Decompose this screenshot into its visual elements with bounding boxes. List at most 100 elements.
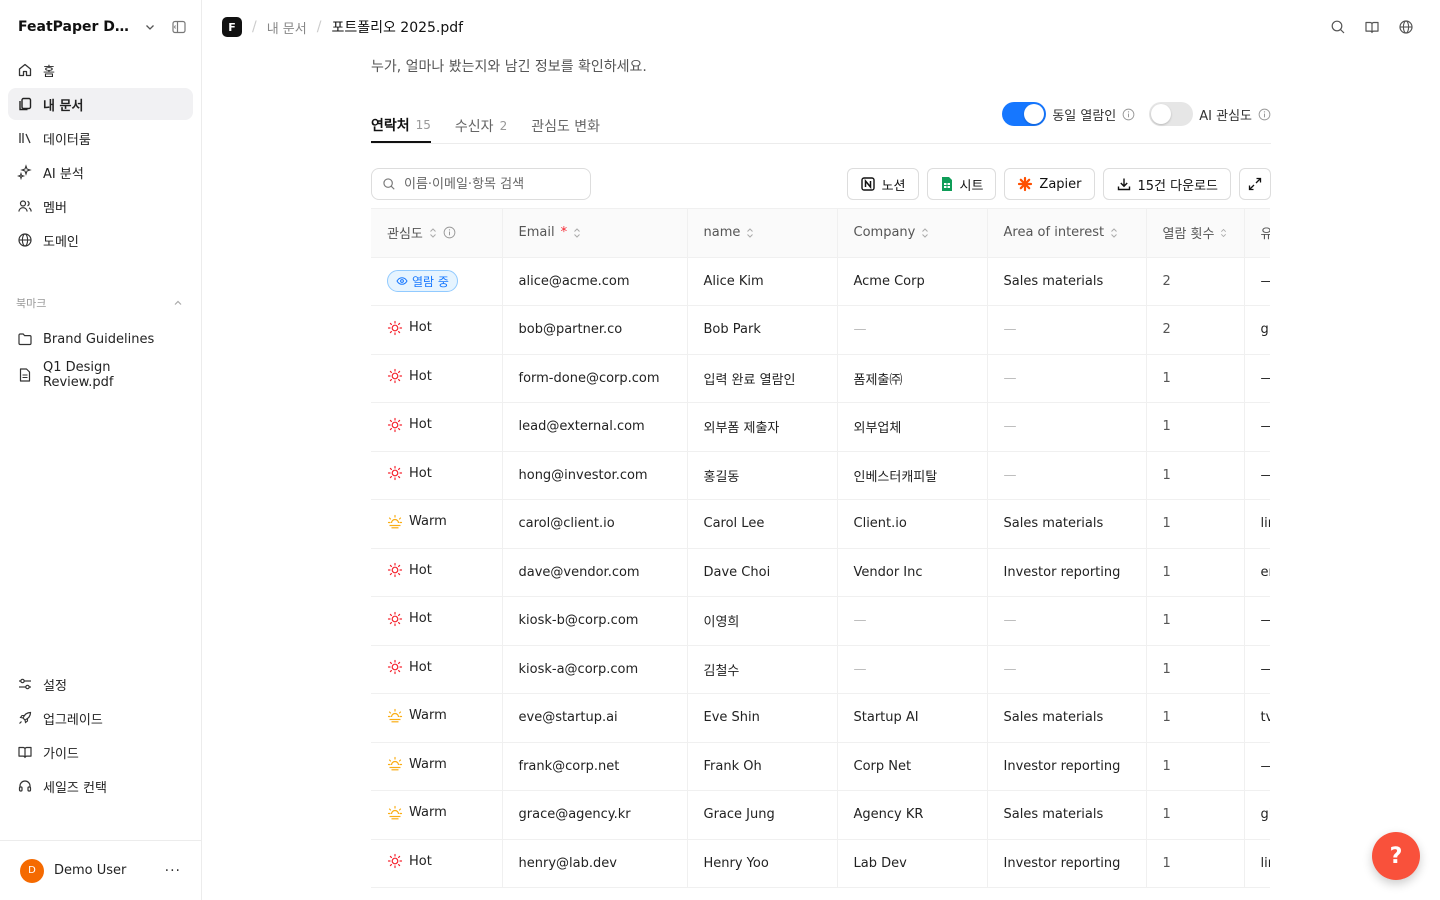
- bookmark-label: Brand Guidelines: [43, 331, 155, 347]
- cell-interest: Warm: [371, 790, 503, 840]
- tab-interest-change[interactable]: 관심도 변화: [531, 108, 600, 143]
- workspace-switcher[interactable]: FeatPaper Desi...: [0, 0, 201, 54]
- breadcrumb-my-documents[interactable]: 내 문서: [267, 18, 307, 37]
- nav-item-settings[interactable]: 설정: [8, 668, 193, 700]
- nav-item-members[interactable]: 멤버: [8, 190, 193, 222]
- nav-item-domain[interactable]: 도메인: [8, 224, 193, 256]
- globe-icon[interactable]: [1398, 19, 1414, 35]
- same-viewer-toggle[interactable]: [1002, 102, 1047, 126]
- cell-name: Eve Shin: [687, 693, 838, 743]
- cell-area: —: [987, 645, 1147, 694]
- sun-icon: [387, 563, 403, 578]
- column-header-col-email[interactable]: Email *: [502, 209, 688, 258]
- search-icon: [383, 178, 395, 190]
- more-options-icon[interactable]: ···: [165, 863, 181, 879]
- column-header-col-name[interactable]: name: [687, 209, 838, 258]
- nav-item-my-documents[interactable]: 내 문서: [8, 88, 193, 120]
- column-header-col-area[interactable]: Area of interest: [987, 209, 1147, 258]
- tab-recipients[interactable]: 수신자 2: [455, 108, 507, 143]
- user-name: Demo User: [54, 863, 127, 878]
- bookmark-item-q1-design-review[interactable]: Q1 Design Review.pdf: [8, 358, 193, 392]
- nav-item-upgrade[interactable]: 업그레이드: [8, 702, 193, 734]
- info-icon[interactable]: [1258, 108, 1271, 121]
- toggle-label: AI 관심도: [1199, 108, 1252, 124]
- info-icon[interactable]: [443, 226, 456, 239]
- folder-icon: [18, 333, 32, 346]
- table-row[interactable]: Hotform-done@corp.com입력 완료 열람인폼제출㈜—1—: [371, 354, 1270, 403]
- nav-item-guide[interactable]: 가이드: [8, 736, 193, 768]
- ai-interest-toggle-wrap: AI 관심도: [1149, 102, 1271, 126]
- download-button[interactable]: 15건 다운로드: [1102, 168, 1231, 200]
- info-icon[interactable]: [1122, 108, 1135, 121]
- column-header-col-views[interactable]: 열람 횟수: [1146, 209, 1245, 258]
- table-row[interactable]: Hot henry@lab.dev Henry Yoo Lab Dev Investor…: [371, 839, 1270, 888]
- breadcrumb-separator: /: [316, 19, 322, 35]
- cell-extra: —: [1244, 742, 1270, 791]
- search-icon[interactable]: [1330, 19, 1346, 35]
- sort-icon[interactable]: [1110, 227, 1118, 239]
- interest-level-warm: Warm: [387, 708, 447, 724]
- sort-icon[interactable]: [573, 227, 581, 239]
- column-header-col-company[interactable]: Company: [837, 209, 988, 258]
- table-row[interactable]: Hotkiosk-a@corp.com김철수——1—: [371, 645, 1270, 694]
- nav-item-home[interactable]: 홈: [8, 54, 193, 86]
- level-label: Hot: [409, 320, 432, 336]
- bookmark-label: Q1 Design Review.pdf: [43, 360, 114, 390]
- cell-interest: 열람 중: [371, 257, 503, 306]
- cell-email: bob@partner.co: [502, 305, 688, 355]
- book-icon[interactable]: [1364, 19, 1380, 35]
- help-button[interactable]: ?: [1372, 832, 1420, 880]
- table-row[interactable]: Hotlead@external.com외부폼 제출자외부업체—1—: [371, 402, 1270, 452]
- users-icon: [18, 200, 32, 212]
- cell-views: 1: [1146, 693, 1245, 743]
- tab-count: 2: [499, 118, 508, 133]
- nav-item-ai-analysis[interactable]: AI 분석: [8, 156, 193, 188]
- bookmark-item-brand-guidelines[interactable]: Brand Guidelines: [8, 322, 193, 356]
- nav-label: 홈: [43, 64, 55, 80]
- cell-extra: —: [1244, 596, 1270, 646]
- tab-contacts[interactable]: 연락처 15: [371, 108, 431, 143]
- table-row[interactable]: Hotbob@partner.coBob Park——2gi: [371, 305, 1270, 355]
- table-row[interactable]: Warm grace@agency.kr Grace Jung Agency KR Sa…: [371, 790, 1270, 840]
- table-row[interactable]: Hothong@investor.com홍길동인베스터캐피탈—1—: [371, 451, 1270, 500]
- table-row[interactable]: Warm carol@client.io Carol Lee Client.io Sal…: [371, 499, 1270, 549]
- table-row[interactable]: Hot dave@vendor.com Dave Choi Vendor Inc Inv…: [371, 548, 1270, 597]
- contacts-table-wrap: 관심도 Email * name Company Area of interest 열람 횟…: [371, 208, 1270, 888]
- interest-level-hot: Hot: [387, 320, 432, 336]
- notion-export-button[interactable]: 노션: [846, 168, 919, 200]
- user-profile[interactable]: D Demo User ···: [0, 840, 201, 900]
- cell-name: 외부폼 제출자: [687, 402, 838, 452]
- viewing-badge: 열람 중: [387, 270, 458, 293]
- table-row[interactable]: 열람 중 alice@acme.com Alice Kim Acme Corp Sale…: [371, 257, 1270, 306]
- tab-label: 관심도 변화: [531, 118, 601, 135]
- cell-extra: lir: [1244, 499, 1270, 549]
- sort-icon[interactable]: [921, 227, 929, 239]
- sort-icon[interactable]: [429, 227, 437, 239]
- sort-icon[interactable]: [746, 227, 754, 239]
- sheet-export-button[interactable]: 시트: [926, 168, 997, 200]
- cell-extra: tv: [1244, 693, 1270, 743]
- search-input[interactable]: [404, 176, 574, 192]
- ai-interest-toggle[interactable]: [1149, 102, 1194, 126]
- table-row[interactable]: Hotkiosk-b@corp.com이영희——1—: [371, 596, 1270, 646]
- cell-extra: gi: [1244, 305, 1270, 355]
- table-row[interactable]: Warm eve@startup.ai Eve Shin Startup AI Sale…: [371, 693, 1270, 743]
- sort-icon[interactable]: [1220, 227, 1227, 239]
- nav-item-sales-contact[interactable]: 세일즈 컨택: [8, 770, 193, 802]
- cell-company: 폼제출㈜: [837, 354, 988, 403]
- column-header-col-interest[interactable]: 관심도: [371, 209, 503, 258]
- bookmark-section-header[interactable]: 북마크: [0, 292, 201, 314]
- cell-interest: Hot: [371, 354, 503, 403]
- sidebar-collapse-icon[interactable]: [171, 19, 187, 35]
- nav-item-dataroom[interactable]: 데이터룸: [8, 122, 193, 154]
- column-label: 열람 횟수: [1162, 227, 1215, 243]
- cell-company: Agency KR: [837, 790, 988, 840]
- cell-interest: Warm: [371, 693, 503, 743]
- interest-level-hot: Hot: [387, 562, 432, 578]
- table-row[interactable]: Warm frank@corp.net Frank Oh Corp Net Invest…: [371, 742, 1270, 791]
- cell-extra: —: [1244, 257, 1270, 306]
- expand-button[interactable]: [1239, 168, 1271, 200]
- column-header-col-extra[interactable]: 유: [1244, 209, 1270, 258]
- cell-company: Startup AI: [837, 693, 988, 743]
- zapier-button[interactable]: Zapier: [1004, 168, 1095, 200]
